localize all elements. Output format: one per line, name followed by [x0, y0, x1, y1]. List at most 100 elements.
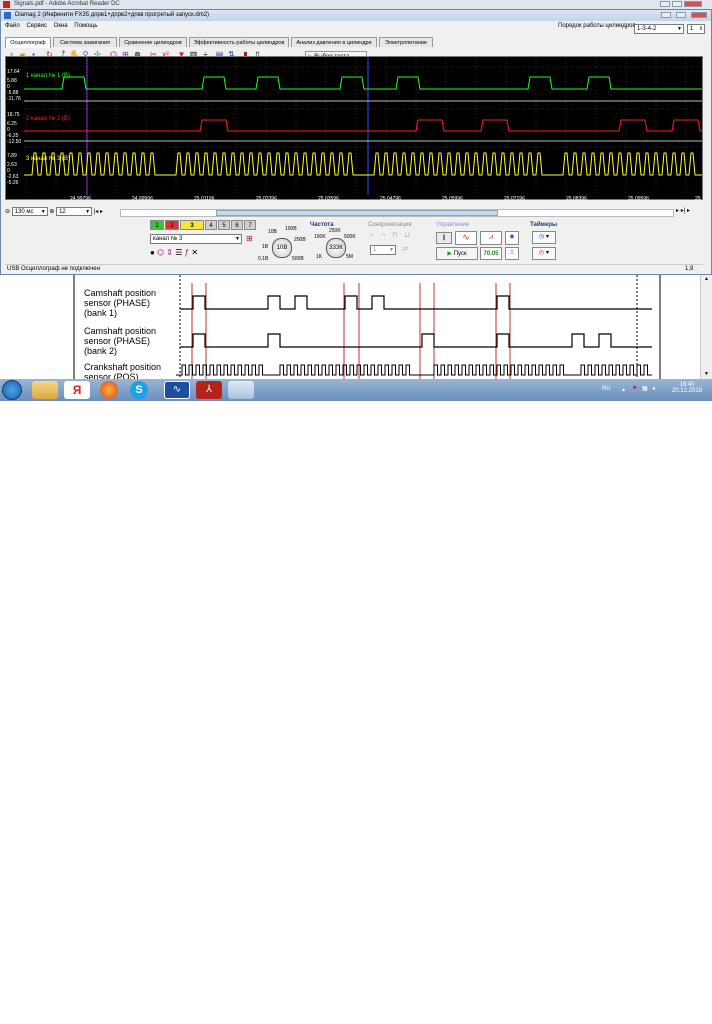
pause-button[interactable]: ∥ — [436, 232, 452, 244]
next-icon[interactable]: ▸ — [676, 208, 679, 214]
timebase-control[interactable]: ⊖ 130 мс ▼ ⊕ 12 ▼ |◂ ▸ — [5, 207, 103, 217]
function-icon[interactable]: ƒ — [185, 248, 189, 257]
oscilloscope-display[interactable] — [5, 56, 703, 200]
volume-icon[interactable]: ◂ — [652, 385, 655, 392]
frequency-dial[interactable]: 250K 100K 500K 1K 5M 333К — [312, 228, 360, 264]
diamag-icon[interactable]: ∿ — [164, 381, 190, 399]
pulse-mode-button[interactable]: ⩘ — [480, 231, 502, 245]
tab-oscilloscope[interactable]: Осциллограф — [5, 37, 51, 48]
diamag-minimize-button[interactable] — [661, 12, 671, 18]
channel-button-2[interactable]: 2 — [165, 220, 179, 230]
last-page-icon[interactable]: ▸| — [681, 208, 686, 214]
channel-button-5[interactable]: 5 — [218, 220, 230, 230]
menu-help[interactable]: Помощь — [74, 23, 97, 29]
pdf-vertical-scrollbar[interactable]: ▲ ▼ — [700, 275, 712, 379]
yandex-icon[interactable]: Я — [64, 381, 90, 399]
acrobat-maximize-button[interactable] — [672, 1, 682, 7]
zoom-plus-icon[interactable]: ⊕ — [49, 209, 54, 215]
channel2-trace — [24, 119, 702, 132]
cross-icon[interactable]: ✕ — [191, 248, 198, 257]
sync-pulse-icon[interactable]: ⊓ — [392, 232, 397, 239]
play-icon: ▶ — [447, 251, 453, 257]
freq-tick-250k: 250K — [329, 228, 341, 234]
acrobat-close-button[interactable] — [684, 1, 702, 7]
channel-button-1[interactable]: 1 — [150, 220, 164, 230]
channel-select[interactable]: канал № 3 ▼ — [150, 234, 242, 244]
recorder-button[interactable]: ◉ — [505, 231, 519, 245]
window-icon[interactable] — [228, 381, 254, 399]
horizontal-scrollbar[interactable] — [120, 209, 674, 217]
flag-icon[interactable]: ⚑ — [632, 385, 637, 392]
clock-date[interactable]: 20.12.2019 — [672, 388, 702, 394]
acrobat-minimize-button[interactable] — [660, 1, 670, 7]
filter-icon[interactable]: ⌬ — [157, 248, 164, 257]
timer-clock-button[interactable]: ◷ ▾ — [532, 231, 556, 244]
eye-icon[interactable]: ● — [150, 248, 155, 257]
status-text: USB Осциллограф не подключен — [7, 266, 100, 272]
status-right-value: 1,9 — [685, 266, 694, 272]
channel-button-3[interactable]: 3 — [180, 220, 204, 230]
doc-row-1-line-1: Camshaft position — [84, 288, 157, 298]
tab-cylinder-compare[interactable]: Сравнение цилиндров — [119, 37, 187, 47]
tab-cylinder-efficiency[interactable]: Эффективность работы цилиндров — [189, 37, 289, 47]
start-button[interactable]: ▶ Пуск — [436, 247, 478, 260]
channel-button-4[interactable]: 4 — [205, 220, 217, 230]
doc-trace-crank — [176, 364, 652, 376]
doc-row-3-line-1: Crankshaft position — [84, 362, 162, 372]
channel1-scale: 17.64 5.88 0 -5.88 -11.76 — [7, 69, 21, 102]
timebase-minus-icon[interactable]: ⊖ — [5, 209, 10, 215]
doc-row-1-line-2: sensor (PHASE) — [84, 298, 151, 308]
end-icon[interactable]: ▸ — [687, 208, 690, 214]
tab-cylinder-pressure[interactable]: Анализ давления в цилиндре — [291, 37, 377, 47]
explorer-icon[interactable] — [32, 381, 58, 399]
auto-button[interactable]: ⎍ — [505, 247, 519, 260]
channel-button-6[interactable]: 6 — [231, 220, 243, 230]
channel-settings-icon[interactable]: ⊞ — [246, 234, 253, 243]
diamag-maximize-button[interactable] — [676, 12, 686, 18]
language-indicator[interactable]: RU — [602, 386, 611, 392]
prev-page-icon[interactable]: ▸ — [100, 209, 103, 215]
volt-tick-1b: 1B — [262, 244, 269, 250]
frequency-knob[interactable]: 333К — [326, 238, 346, 258]
firefox-icon[interactable] — [100, 381, 118, 399]
volt-dial[interactable]: 10B 100B 1B 200B 0,1B 500B 10В — [258, 226, 306, 264]
sync-fall-icon[interactable]: ¬ — [381, 232, 385, 239]
diamag-window-title: Diamag 2 (Инфинити FX35 дпрв1+дпрв2+дпкв… — [15, 12, 210, 18]
volt-tick-100b: 100B — [285, 226, 297, 232]
scrollbar-thumb[interactable] — [216, 210, 498, 216]
acrobat-app-icon — [3, 1, 10, 8]
timebase-select[interactable]: 130 мс ▼ — [11, 207, 48, 216]
chevron-down-icon: ▼ — [40, 209, 46, 215]
volt-knob[interactable]: 10В — [272, 238, 292, 258]
menu-windows[interactable]: Окна — [54, 23, 68, 29]
sync-level-icon[interactable]: ⇄ — [402, 245, 408, 253]
network-icon[interactable]: ▦ — [642, 385, 648, 392]
scroll-up-icon[interactable]: ▲ — [704, 276, 709, 282]
arrows-vertical-icon[interactable]: ⇕ — [166, 248, 173, 257]
channel-button-7[interactable]: 7 — [244, 220, 256, 230]
menu-file[interactable]: Файл — [5, 23, 20, 29]
volt-tick-200b: 200B — [294, 237, 306, 243]
diamag-close-button[interactable] — [691, 12, 707, 18]
pdf-page-view[interactable]: Camshaft position sensor (PHASE) (bank 1… — [0, 275, 712, 382]
tab-power-supply[interactable]: Электропитание — [379, 37, 433, 47]
acrobat-icon[interactable]: ⅄ — [196, 381, 222, 399]
timer-stopwatch-button[interactable]: ◴ ▾ — [532, 247, 556, 260]
tab-ignition[interactable]: Система зажигания — [53, 37, 117, 47]
tray-arrow-icon[interactable]: ▴ — [622, 386, 625, 393]
sync-rise-icon[interactable]: ⌐ — [370, 232, 374, 239]
cylinder-order-select[interactable]: 1-3-4-2 ▼ — [634, 24, 684, 34]
menu-service[interactable]: Сервис — [26, 23, 47, 29]
skype-icon[interactable]: S — [130, 381, 148, 399]
chevron-down-icon: ▾ — [545, 234, 549, 240]
sync-step-icon[interactable]: ⊔ — [405, 232, 410, 239]
list-icon[interactable]: ☰ — [175, 248, 182, 257]
scroll-down-icon[interactable]: ▼ — [704, 371, 709, 377]
sync-channel-select[interactable]: 1 ▼ — [370, 245, 396, 255]
first-page-icon[interactable]: |◂ — [94, 209, 99, 215]
cylinder-order-spinner[interactable]: 1 ⇕ — [687, 24, 705, 34]
zoom-select[interactable]: 12 ▼ — [56, 207, 93, 216]
sine-mode-button[interactable]: ∿ — [455, 231, 477, 245]
chevron-down-icon: ▼ — [235, 236, 240, 242]
start-button[interactable] — [2, 380, 22, 400]
